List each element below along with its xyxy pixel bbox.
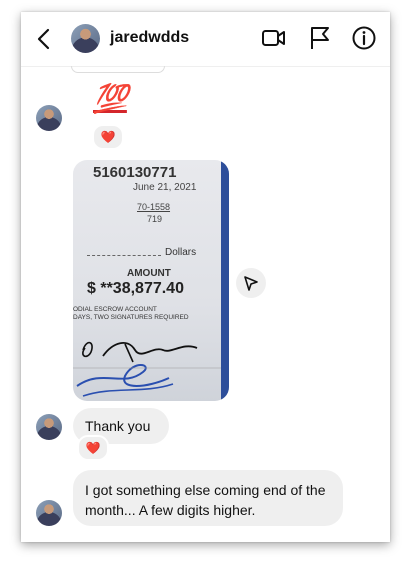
check-date: June 21, 2021 [133, 182, 197, 193]
message-bubble-next-month[interactable]: I got something else coming end of the m… [73, 470, 343, 526]
check-note-line2: DAYS, TWO SIGNATURES REQUIRED [73, 314, 189, 321]
heart-icon: ❤️ [85, 441, 101, 455]
signature-scribble [73, 341, 221, 397]
check-amount: $ **38,877.40 [87, 280, 184, 297]
send-icon [244, 276, 258, 291]
check-routing: 70-1558 [137, 202, 171, 212]
check-number: 5160130771 [93, 164, 177, 181]
heart-icon: ❤️ [100, 130, 116, 144]
dollars-line [87, 255, 161, 256]
sender-avatar[interactable] [36, 105, 62, 131]
sender-avatar[interactable] [36, 414, 62, 440]
check-dollars-label: Dollars [165, 247, 197, 258]
share-button[interactable] [236, 268, 266, 298]
info-icon[interactable] [351, 25, 377, 51]
chat-username[interactable]: jaredwdds [110, 29, 189, 47]
chat-header: jaredwdds [21, 12, 390, 67]
check-photo-message[interactable]: 5160130771 June 21, 2021 70-1558 719 Dol… [73, 160, 229, 401]
heart-reaction[interactable]: ❤️ [77, 435, 109, 461]
hundred-emoji-message[interactable]: 💯 [93, 82, 128, 115]
video-call-icon[interactable] [261, 25, 287, 51]
previous-message-edge [71, 66, 165, 73]
check-routing-sub: 719 [147, 214, 163, 224]
check-edge-strip [221, 160, 229, 401]
flag-icon[interactable] [307, 25, 333, 51]
back-arrow-icon[interactable] [33, 27, 55, 51]
heart-reaction[interactable]: ❤️ [92, 124, 124, 150]
header-avatar[interactable] [71, 24, 100, 53]
sender-avatar[interactable] [36, 500, 62, 526]
chat-window: jaredwdds 💯 ❤️ 5160130771 June 21, 2021 … [21, 12, 390, 542]
check-note-line1: ODIAL ESCROW ACCOUNT [73, 306, 157, 313]
check-amount-label: AMOUNT [127, 268, 171, 279]
